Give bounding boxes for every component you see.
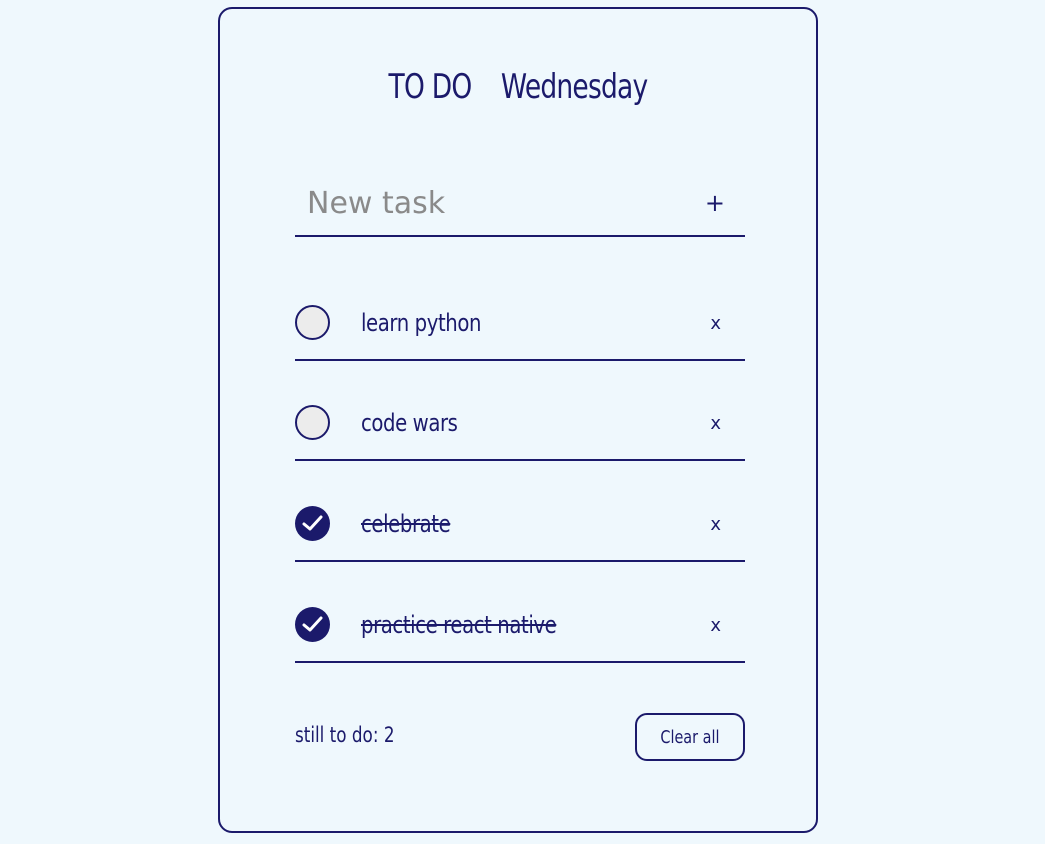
todo-item: celebrate x [295, 486, 745, 562]
todo-item: code wars x [295, 385, 745, 461]
todo-text: practice react native [361, 611, 557, 639]
add-task-button[interactable]: + [705, 191, 725, 215]
todo-text: learn python [361, 309, 482, 337]
todo-text: code wars [361, 409, 458, 437]
checkmark-icon[interactable] [295, 607, 330, 642]
new-task-row: + [295, 175, 745, 237]
todo-item: practice react native x [295, 587, 745, 663]
todo-text: celebrate [361, 510, 451, 538]
unchecked-circle-icon[interactable] [295, 405, 330, 440]
clear-all-label: Clear all [660, 726, 720, 748]
delete-button[interactable]: x [710, 313, 721, 334]
remaining-count: still to do: 2 [295, 723, 395, 747]
delete-button[interactable]: x [710, 413, 721, 434]
todo-item: learn python x [295, 285, 745, 361]
checkmark-icon[interactable] [295, 506, 330, 541]
unchecked-circle-icon[interactable] [295, 305, 330, 340]
title-day: Wednesday [500, 67, 648, 107]
delete-button[interactable]: x [710, 514, 721, 535]
delete-button[interactable]: x [710, 615, 721, 636]
new-task-input[interactable] [307, 183, 667, 223]
todo-card: TO DO Wednesday + learn python x code wa… [218, 7, 818, 833]
page-title: TO DO Wednesday [286, 67, 751, 107]
title-todo: TO DO [388, 67, 473, 107]
clear-all-button[interactable]: Clear all [635, 713, 745, 761]
